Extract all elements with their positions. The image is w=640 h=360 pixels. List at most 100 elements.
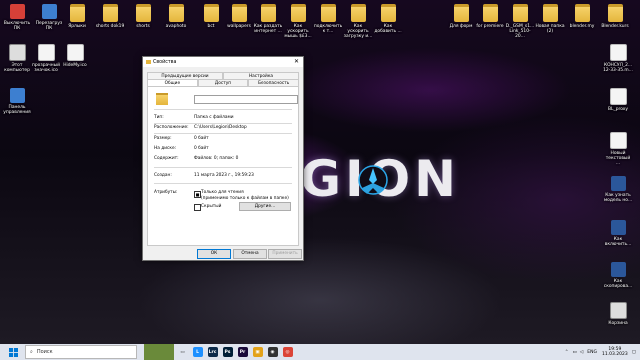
- hidden-checkbox[interactable]: [194, 204, 201, 211]
- desktop-icon[interactable]: подключить к т...: [313, 4, 343, 34]
- location-label: Расположение:: [154, 125, 189, 130]
- folder-icon: [350, 4, 366, 22]
- folder-icon: [135, 4, 151, 22]
- chevron-up-icon[interactable]: ⌃: [565, 350, 569, 355]
- desktop-icon-label: Как скопирова...: [603, 279, 633, 289]
- desktop-icon-label: Ярлыки: [68, 24, 86, 29]
- doc-icon: [609, 132, 627, 149]
- desktop-icon[interactable]: Новый текстовый ...: [603, 132, 633, 166]
- desktop-icon[interactable]: wallpapers: [224, 4, 254, 29]
- folder-icon: [607, 4, 623, 22]
- desktop-icon[interactable]: blender.my: [567, 4, 597, 29]
- readonly-checkbox[interactable]: ■: [194, 191, 201, 198]
- type-value: Папка с файлами: [194, 115, 234, 120]
- desktop-icon[interactable]: Как узнать модель но...: [603, 176, 633, 203]
- clock-date: 11.03.2023: [601, 352, 628, 357]
- desktop-icon[interactable]: Ярлыки: [62, 4, 92, 29]
- desktop-icon[interactable]: прозрачный значок.ico: [31, 44, 61, 73]
- folder-icon: [156, 93, 168, 105]
- folder-icon: [574, 4, 590, 22]
- desktop-icon[interactable]: shorts dok19: [95, 4, 125, 29]
- desktop-icon-label: Корзина: [608, 321, 628, 326]
- desktop-icon[interactable]: Новая папка (2): [535, 4, 565, 34]
- desktop-icon[interactable]: Этот компьютер: [2, 44, 32, 73]
- desktop-icon-label: Новый текстовый ...: [605, 151, 631, 166]
- desktop-icon[interactable]: shorts: [128, 4, 158, 29]
- disk-size-value: 0 байт: [194, 146, 209, 151]
- desktop-icon[interactable]: BL_proxy: [603, 88, 633, 112]
- desktop-icon[interactable]: Перезагруз ПК: [34, 4, 64, 31]
- desktop-icon[interactable]: Как добавить ...: [373, 4, 403, 34]
- apply-button[interactable]: Применить: [268, 249, 302, 259]
- folder-icon: [102, 4, 118, 22]
- desktop-icon[interactable]: Как ускорить загрузку и...: [343, 4, 373, 39]
- desktop-icon[interactable]: D._GSM_s1... Link_510-20...: [505, 4, 535, 39]
- created-value: 11 марта 2023 г., 19:59:23: [194, 173, 254, 178]
- app-l-icon[interactable]: L: [190, 344, 205, 360]
- disk-size-label: На диске:: [154, 146, 177, 151]
- desktop-icon-label: Выключить ПК: [3, 21, 31, 31]
- folder-icon: [260, 4, 276, 22]
- landscape-icon[interactable]: [143, 344, 175, 360]
- desktop-icon-label: подключить к т...: [313, 24, 343, 34]
- close-icon[interactable]: ✕: [294, 58, 299, 65]
- size-label: Размер:: [154, 136, 172, 141]
- desktop-icon[interactable]: Корзина: [603, 302, 633, 326]
- desktop-icon[interactable]: bct: [196, 4, 226, 29]
- folder-name-input[interactable]: [194, 95, 298, 104]
- app-pr-icon[interactable]: Pr: [235, 344, 250, 360]
- notification-icon[interactable]: ▢: [632, 350, 636, 355]
- hidden-label: Скрытый: [201, 204, 222, 209]
- desktop-icon[interactable]: Как ускорить мышь $£3...: [283, 4, 313, 39]
- doc-icon: [66, 44, 84, 61]
- taskbar: ⌕ Поиск ▭ L Lrc Ps Pr ▣ ◉ ◎ ⌃ ▭ ◁ ENG 19:59 11.…: [0, 344, 640, 360]
- desktop-icon[interactable]: Как включить...: [603, 220, 633, 247]
- desktop-icon[interactable]: Выключить ПК: [2, 4, 32, 31]
- windows-start-icon[interactable]: [7, 344, 19, 360]
- desktop-icon-label: Новая папка (2): [535, 24, 565, 34]
- desktop-icon[interactable]: HideMy.ico: [60, 44, 90, 68]
- red-icon: [9, 4, 25, 19]
- desktop-icon-label: Как включить...: [604, 237, 632, 247]
- desktop-icon[interactable]: Панель управления: [2, 88, 32, 115]
- doc-icon: [609, 44, 627, 61]
- taskbar-search[interactable]: ⌕ Поиск: [25, 345, 137, 359]
- dialog-titlebar[interactable]: Свойства ✕: [143, 57, 303, 67]
- app-lrc-icon[interactable]: Lrc: [205, 344, 220, 360]
- desktop-icon[interactable]: Как раздать интернет ...: [253, 4, 283, 34]
- task-view-icon[interactable]: ▭: [175, 344, 190, 360]
- app-chrome-icon[interactable]: ◎: [280, 344, 295, 360]
- language-indicator[interactable]: ENG: [587, 350, 597, 355]
- desktop-icon-label: shorts: [136, 24, 150, 29]
- contains-value: Файлов: 0; папок: 0: [194, 156, 239, 161]
- desktop-icon-label: Как узнать модель но...: [603, 193, 633, 203]
- folder-icon: [512, 4, 528, 22]
- desktop-icon[interactable]: Как скопирова...: [603, 262, 633, 289]
- desktop-icon[interactable]: КОНСУЛ_2... 12-33-35.m...: [603, 44, 633, 73]
- app-explorer-icon[interactable]: ▣: [250, 344, 265, 360]
- network-icon[interactable]: ▭: [573, 350, 577, 355]
- app-ps-icon[interactable]: Ps: [220, 344, 235, 360]
- cancel-button[interactable]: Отмена: [233, 249, 267, 259]
- desktop-icon[interactable]: Blender.kurs: [600, 4, 630, 29]
- folder-icon: [290, 4, 306, 22]
- desktop-icon[interactable]: for premiere: [475, 4, 505, 29]
- desktop-icon-label: Как раздать интернет ...: [253, 24, 283, 34]
- ok-button[interactable]: ОК: [197, 249, 231, 259]
- clock[interactable]: 19:59 11.03.2023: [602, 347, 628, 357]
- blue-icon: [9, 88, 25, 103]
- desktop-icon[interactable]: avaphoto: [161, 4, 191, 29]
- app-davinci-icon[interactable]: ◉: [265, 344, 280, 360]
- search-placeholder: Поиск: [36, 349, 53, 355]
- taskbar-apps: ▭ L Lrc Ps Pr ▣ ◉ ◎: [143, 344, 295, 360]
- desktop-icon-label: shorts dok19: [95, 24, 125, 29]
- desktop-icon-label: Панель управления: [3, 105, 31, 115]
- word-icon: [610, 262, 626, 277]
- folder-icon: [203, 4, 219, 22]
- advanced-button[interactable]: Другие...: [239, 202, 291, 211]
- desktop-icon-label: Blender.kurs: [601, 24, 629, 29]
- volume-icon[interactable]: ◁: [580, 350, 583, 355]
- exe-icon: [609, 302, 627, 319]
- desktop-icon[interactable]: Для форм: [446, 4, 476, 29]
- doc-icon: [37, 44, 55, 61]
